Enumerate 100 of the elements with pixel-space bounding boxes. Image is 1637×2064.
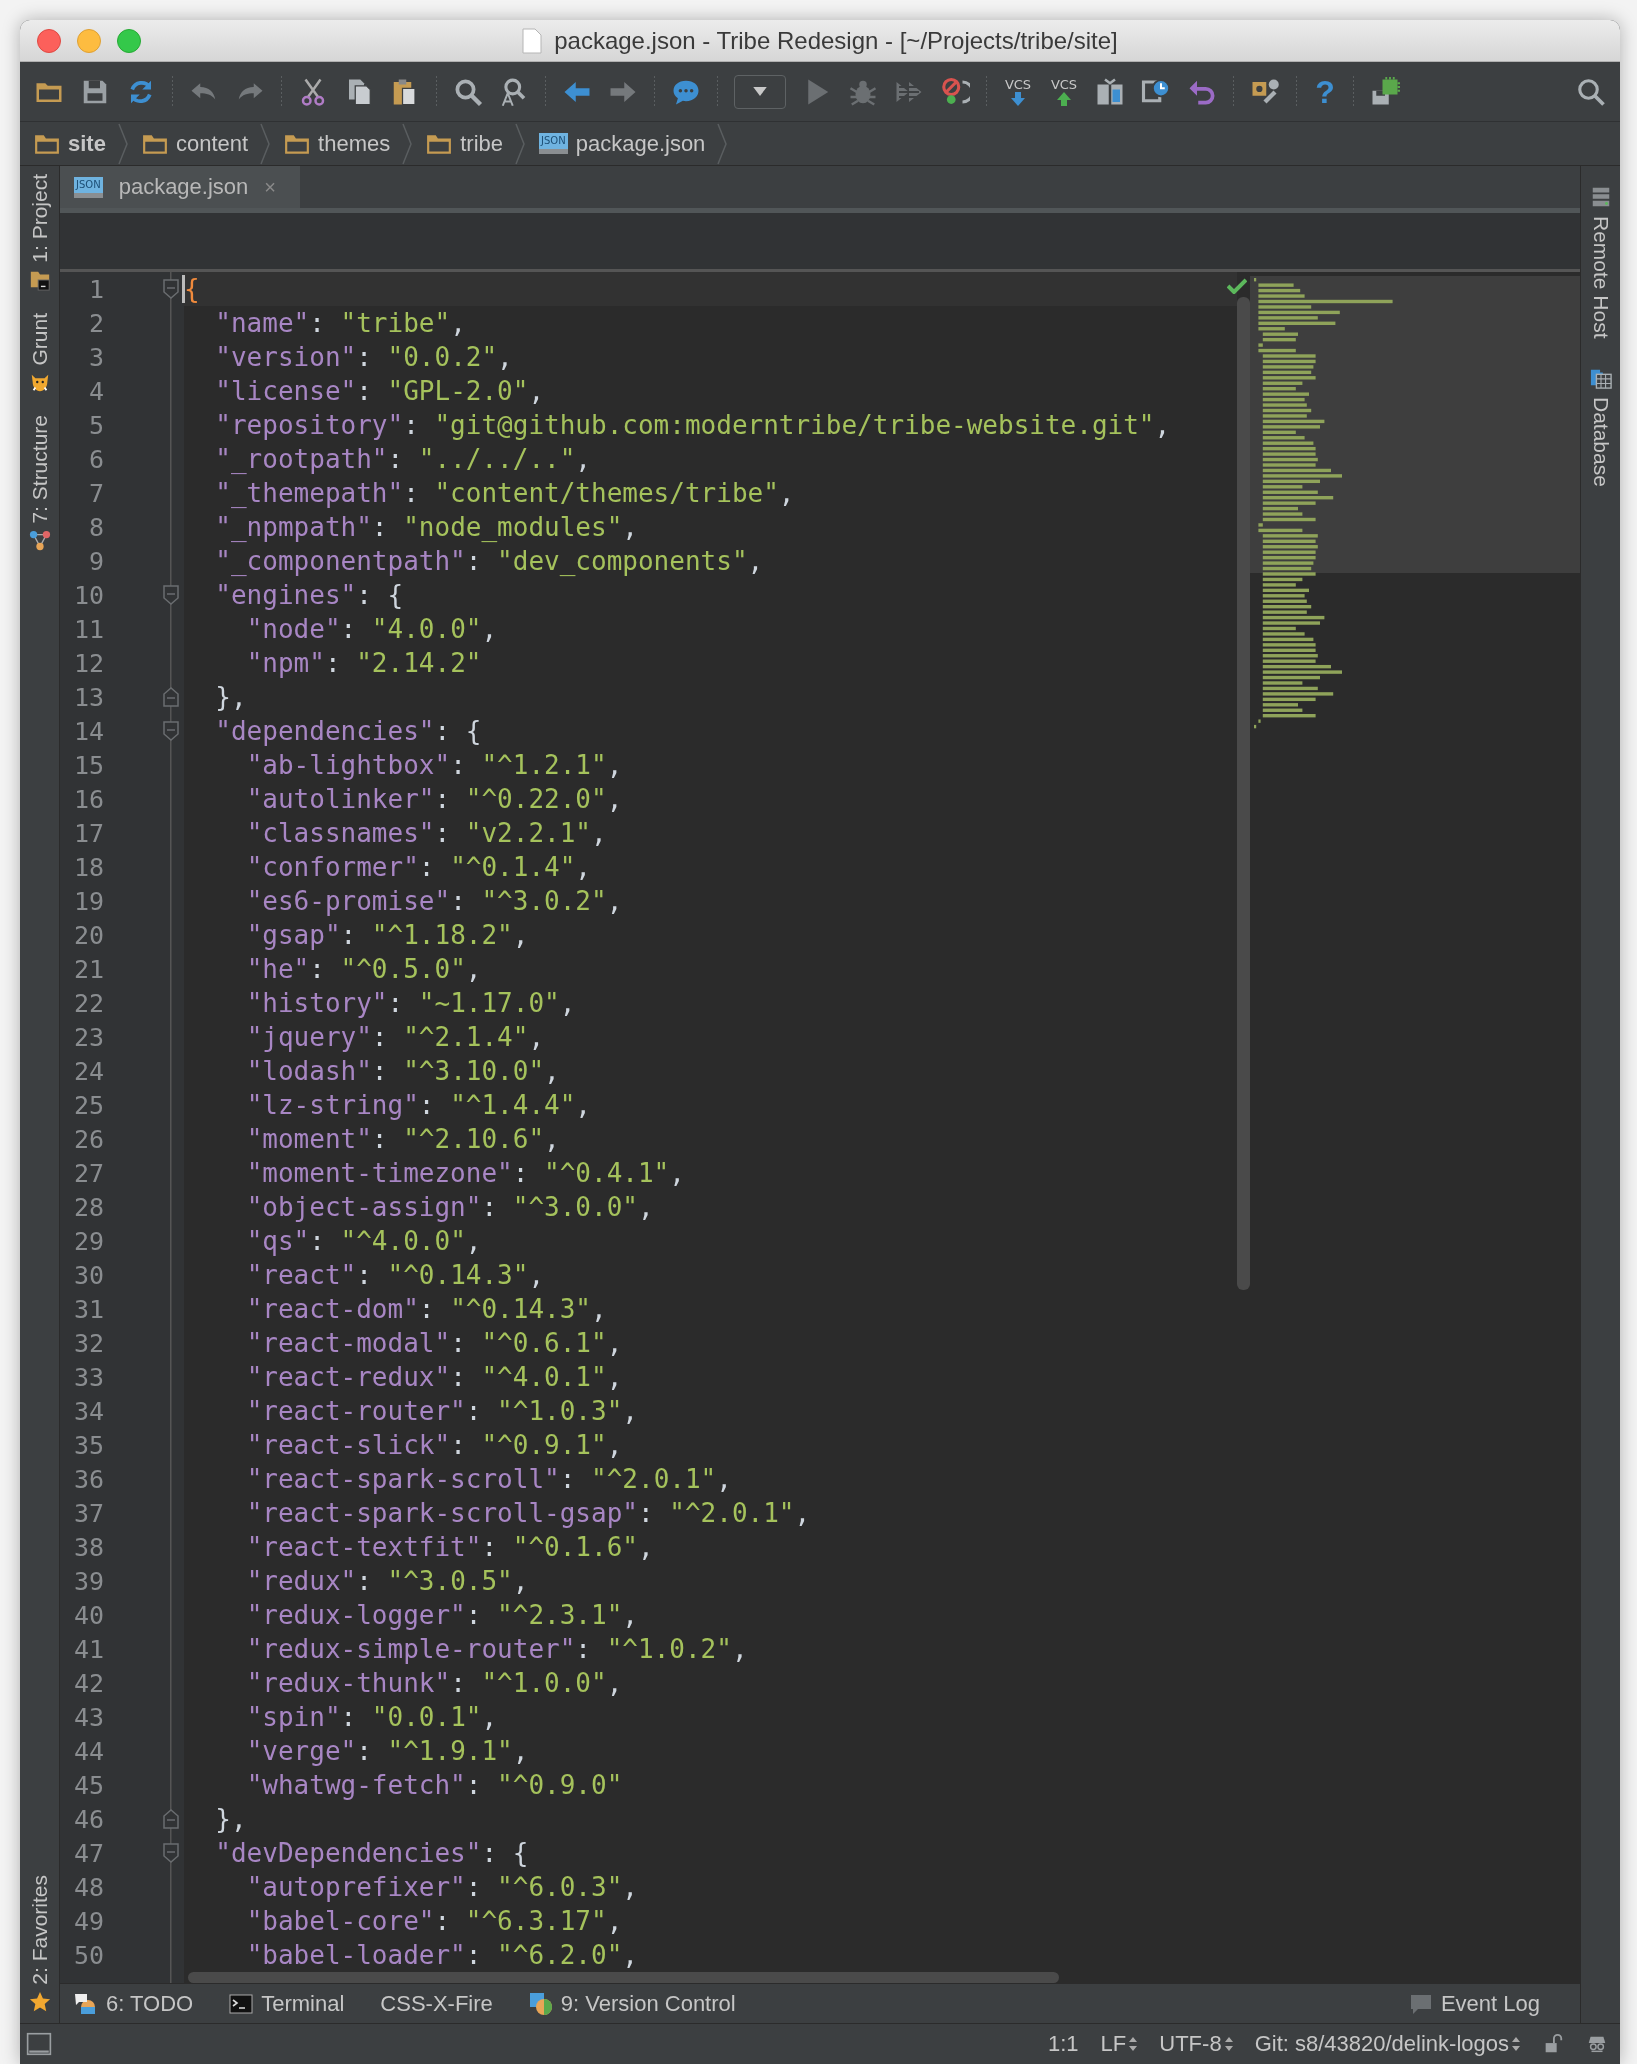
fold-marker-icon[interactable]: [163, 721, 179, 741]
line-number: 46: [72, 1804, 104, 1834]
code-line: "lz-string": "^1.4.4",: [245, 1089, 591, 1122]
code-line: "babel-core": "^6.3.17",: [245, 1905, 623, 1938]
up-down-arrows-icon: [1512, 2037, 1520, 2051]
code-line: "autoprefixer": "^6.0.3",: [245, 1871, 638, 1904]
vcs-update-button[interactable]: VCS: [1003, 77, 1033, 106]
code-line: "version": "0.0.2",: [214, 341, 513, 374]
down-arrow-icon: [1011, 91, 1025, 106]
code-line: "verge": "^1.9.1",: [245, 1735, 529, 1768]
code-line: "autolinker": "^0.22.0",: [245, 783, 623, 816]
code-line: "react-dom": "^0.14.3",: [245, 1293, 607, 1326]
unfold-marker-icon[interactable]: [163, 1809, 179, 1829]
code-line: "redux-simple-router": "^1.0.2",: [245, 1633, 748, 1666]
horizontal-scrollbar[interactable]: [188, 1972, 1059, 1983]
status-item[interactable]: LF: [1100, 2031, 1138, 2057]
line-number: 49: [72, 1906, 104, 1936]
breadcrumb-item[interactable]: tribe: [426, 122, 528, 165]
zoom-window-button[interactable]: [117, 28, 141, 53]
line-number: 33: [72, 1362, 104, 1392]
tool-window-tab[interactable]: 2: Favorites: [27, 1875, 52, 1985]
breadcrumb-item[interactable]: themes: [284, 122, 415, 165]
unfold-marker-icon[interactable]: [163, 687, 179, 707]
line-number: 13: [72, 682, 104, 712]
tool-window-button[interactable]: 6: TODO: [74, 1990, 194, 2017]
document-icon: [522, 27, 543, 54]
breadcrumb-item[interactable]: content: [141, 122, 273, 165]
line-number: 22: [72, 988, 104, 1018]
tool-window-button[interactable]: Terminal: [229, 1990, 345, 2017]
line-number: 7: [87, 478, 104, 508]
caret-icon: [753, 87, 767, 96]
vertical-scrollbar[interactable]: [1237, 297, 1250, 1290]
code-line: "ab-lightbox": "^1.2.1",: [245, 749, 623, 782]
status-item[interactable]: UTF-8: [1159, 2031, 1233, 2057]
code-line: "es6-promise": "^3.0.2",: [245, 885, 623, 918]
close-window-button[interactable]: [37, 28, 61, 53]
tool-window-tab[interactable]: 7: Structure: [27, 415, 52, 524]
code-line: "redux-logger": "^2.3.1",: [245, 1599, 638, 1632]
code-line: "_componentpath": "dev_components",: [214, 545, 764, 578]
folder-icon: [34, 132, 60, 155]
search-icon[interactable]: [1576, 76, 1606, 107]
tool-window-button[interactable]: 9: Version Control: [528, 1990, 736, 2017]
line-number: 3: [87, 342, 104, 372]
chip-icon[interactable]: [1370, 76, 1400, 107]
code-line: "react-slick": "^0.9.1",: [245, 1429, 623, 1462]
line-number: 29: [72, 1226, 104, 1256]
code-line: "jquery": "^2.1.4",: [245, 1021, 545, 1054]
status-item[interactable]: Git: s8/43820/delink-logos: [1254, 2031, 1520, 2057]
line-number: 23: [72, 1022, 104, 1052]
code-line: "license": "GPL-2.0",: [214, 375, 545, 408]
folder-icon: [141, 132, 168, 155]
minimize-window-button[interactable]: [77, 28, 101, 53]
line-number: 35: [72, 1430, 104, 1460]
editor-tab[interactable]: JSON package.json ×: [60, 166, 300, 208]
line-number: 20: [72, 920, 104, 950]
compare-icon[interactable]: [1095, 76, 1125, 107]
chevron-icon: [117, 122, 128, 165]
line-number: 11: [72, 614, 104, 644]
up-arrow-icon: [1057, 91, 1071, 106]
code-line: "react-textfit": "^0.1.6",: [245, 1531, 654, 1564]
line-number: 42: [72, 1668, 104, 1698]
breadcrumb-item[interactable]: site: [34, 122, 130, 165]
fold-marker-icon[interactable]: [163, 279, 179, 299]
todo-icon: [74, 1991, 98, 2016]
line-number: 26: [72, 1124, 104, 1154]
breadcrumb-item[interactable]: JSON package.json: [539, 122, 730, 165]
code-line: "history": "~1.17.0",: [245, 987, 576, 1020]
line-number: 8: [87, 512, 104, 542]
code-line: "moment-timezone": "^0.4.1",: [245, 1157, 685, 1190]
vcs-commit-button[interactable]: VCS: [1049, 77, 1079, 106]
line-number: 16: [72, 784, 104, 814]
panel-toggle-icon[interactable]: [26, 2031, 52, 2057]
tool-window-tab[interactable]: Database: [1588, 396, 1613, 487]
code-line: "react-modal": "^0.6.1",: [245, 1327, 623, 1360]
line-number: 36: [72, 1464, 104, 1494]
tool-window-tab[interactable]: 1: Project: [27, 174, 52, 263]
tool-window-tab[interactable]: Grunt: [27, 312, 52, 366]
line-number: 10: [72, 580, 104, 610]
line-number: 37: [72, 1498, 104, 1528]
code-line: "node": "4.0.0",: [245, 613, 498, 646]
line-number: 1: [87, 274, 104, 304]
no-entry-icon[interactable]: [940, 76, 970, 107]
tool-window-button[interactable]: CSS-X-Fire: [380, 1990, 493, 2017]
status-item[interactable]: 1:1: [1048, 2031, 1079, 2057]
line-number: 15: [72, 750, 104, 780]
chevron-icon: [260, 122, 271, 165]
tool-window-button[interactable]: Event Log: [1408, 1990, 1540, 2017]
structure-icon: [28, 529, 51, 552]
fold-marker-icon[interactable]: [163, 585, 179, 605]
fold-marker-icon[interactable]: [163, 1843, 179, 1863]
code-line: "redux": "^3.0.5",: [245, 1565, 529, 1598]
line-number: 17: [72, 818, 104, 848]
run-config-dropdown[interactable]: [734, 74, 786, 109]
tool-window-tab[interactable]: Remote Host: [1588, 216, 1613, 339]
line-number: 43: [72, 1702, 104, 1732]
json-file-icon: JSON: [74, 176, 103, 198]
code-line: "redux-thunk": "^1.0.0",: [245, 1667, 623, 1700]
code-line: "whatwg-fetch": "^0.9.0": [245, 1769, 623, 1802]
code-line: "classnames": "v2.2.1",: [245, 817, 607, 850]
line-number: 48: [72, 1872, 104, 1902]
